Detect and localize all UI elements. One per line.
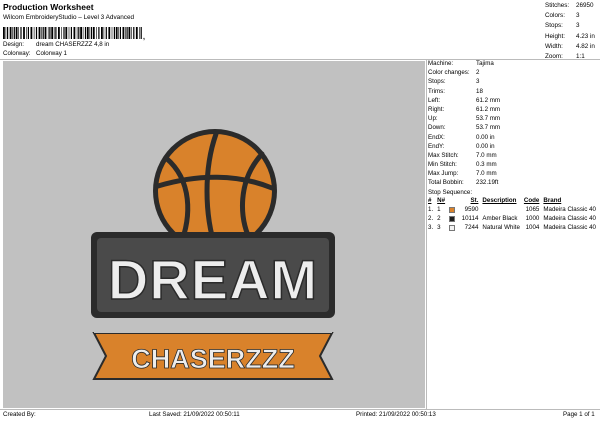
col-header-swatch (449, 197, 459, 206)
row-stitches: 9590 (464, 206, 479, 214)
chaserzzz-text: CHASERZZZ (131, 344, 295, 374)
row-swatch-cell (449, 224, 459, 233)
col-header-code: Code (523, 197, 540, 205)
footer-last-saved: Last Saved: 21/09/2022 00:50:11 (149, 411, 240, 418)
row-brand: Madeira Classic 40 (543, 215, 596, 223)
detail-value: 0.00 in (476, 133, 495, 141)
footer-created-by: Created By: (3, 411, 36, 418)
row-code: 1004 (525, 224, 540, 232)
detail-value: 2 (476, 69, 480, 77)
page-title: Production Worksheet (3, 2, 94, 12)
detail-value: 0.3 mm (476, 161, 497, 169)
row-needle: 2 (437, 215, 441, 223)
machine-details: Machine: Tajima Color changes: 2 Stops: 3 T… (428, 60, 501, 199)
detail-label: Stops: (428, 78, 446, 86)
detail-value: 18 (476, 87, 483, 95)
colorway-value: Colorway 1 (36, 50, 67, 57)
row-num: 2. (428, 215, 434, 223)
detail-value: Tajima (476, 60, 494, 67)
detail-label: Down: (428, 124, 446, 132)
detail-value: 61.2 mm (476, 105, 501, 113)
row-swatch-cell (449, 206, 459, 215)
detail-label: EndX: (428, 133, 445, 141)
stats-panel: Stitches: 26950 Colors: 3 Stops: 3 Height: 4… (545, 2, 595, 64)
design-value: dream CHASERZZZ 4,8 in (36, 41, 110, 48)
col-header-description: Description (482, 197, 517, 205)
detail-label: Up: (428, 115, 438, 123)
table-header-row: # N# St. Description Code Brand (428, 197, 600, 206)
row-brand: Madeira Classic 40 (543, 206, 596, 214)
stat-value: 3 (576, 22, 580, 30)
colorway-info-row: Colorway: Colorway 1 (3, 50, 67, 57)
detail-value: 53.7 mm (476, 115, 501, 123)
design-info-row: Design: dream CHASERZZZ 4,8 in (3, 41, 110, 48)
detail-value: 7.0 mm (476, 151, 497, 159)
embroidery-design: DREAM CHASERZZZ (91, 129, 335, 380)
detail-label: EndY: (428, 142, 445, 150)
row-description: Natural White (482, 224, 520, 232)
row-num: 3. (428, 224, 434, 232)
col-header-needle: N# (437, 197, 446, 205)
detail-label: Max Jump: (428, 170, 459, 178)
detail-label: Left: (428, 96, 441, 104)
stat-value: 26950 (576, 2, 594, 9)
stat-label: Colors: (545, 12, 565, 20)
stat-label: Height: (545, 32, 565, 40)
detail-value: 61.2 mm (476, 96, 501, 104)
row-stitches: 10114 (461, 215, 479, 223)
header-divider (0, 59, 600, 60)
detail-value: 53.7 mm (476, 124, 501, 132)
row-swatch-cell (449, 215, 459, 224)
column-divider (426, 59, 427, 409)
detail-value: 3 (476, 78, 480, 86)
footer-printed: Printed: 21/09/2022 00:50:13 (356, 411, 436, 418)
table-row: 2. 2 10114 Amber Black 1000 Madeira Clas… (428, 215, 600, 224)
design-preview: DREAM CHASERZZZ (3, 61, 425, 408)
stat-label: Stitches: (545, 2, 570, 9)
row-needle: 1 (437, 206, 441, 214)
row-description: Amber Black (482, 215, 518, 223)
row-code: 1065 (525, 206, 540, 214)
stat-value: 3 (576, 12, 580, 20)
row-needle: 3 (437, 224, 441, 232)
basketball-icon (158, 134, 272, 248)
software-subtitle: Wilcom EmbroideryStudio – Level 3 Advanc… (3, 14, 135, 21)
col-header-stitches: St. (470, 197, 479, 205)
table-row: 3. 3 7244 Natural White 1004 Madeira Cla… (428, 224, 600, 233)
detail-label: Min Stitch: (428, 161, 457, 169)
detail-label: Max Stitch: (428, 151, 459, 159)
detail-label: Trims: (428, 87, 445, 95)
barcode-mark: , (143, 34, 145, 41)
footer-divider (0, 409, 600, 410)
dream-text: DREAM (108, 248, 318, 311)
design-label: Design: (3, 41, 24, 48)
ribbon-gap (94, 320, 332, 333)
detail-value: 0.00 in (476, 142, 495, 150)
stop-sequence-table: # N# St. Description Code Brand 1. 1 959… (428, 197, 600, 233)
row-brand: Madeira Classic 40 (543, 224, 596, 232)
footer-page: Page 1 of 1 (563, 411, 595, 418)
row-description (482, 206, 523, 215)
detail-label: Color changes: (428, 69, 470, 77)
row-num: 1. (428, 206, 434, 214)
row-code: 1000 (525, 215, 540, 223)
stat-label: Width: (545, 42, 563, 50)
color-swatch (449, 207, 456, 214)
col-header-num: # (428, 197, 432, 205)
color-swatch (449, 216, 456, 223)
barcode (3, 27, 142, 39)
detail-label: Machine: (428, 60, 454, 67)
detail-label: Total Bobbin: (428, 179, 464, 187)
table-row: 1. 1 9590 1065 Madeira Classic 40 (428, 206, 600, 215)
color-swatch (449, 225, 456, 232)
detail-label: Right: (428, 105, 445, 113)
stat-value: 4.23 in (576, 32, 595, 40)
colorway-label: Colorway: (3, 50, 31, 57)
row-stitches: 7244 (464, 224, 479, 232)
detail-value: 7.0 mm (476, 170, 497, 178)
detail-value: 232.19ft (476, 179, 499, 187)
stat-value: 4.82 in (576, 42, 595, 50)
stat-label: Stops: (545, 22, 563, 30)
col-header-brand: Brand (543, 197, 562, 205)
